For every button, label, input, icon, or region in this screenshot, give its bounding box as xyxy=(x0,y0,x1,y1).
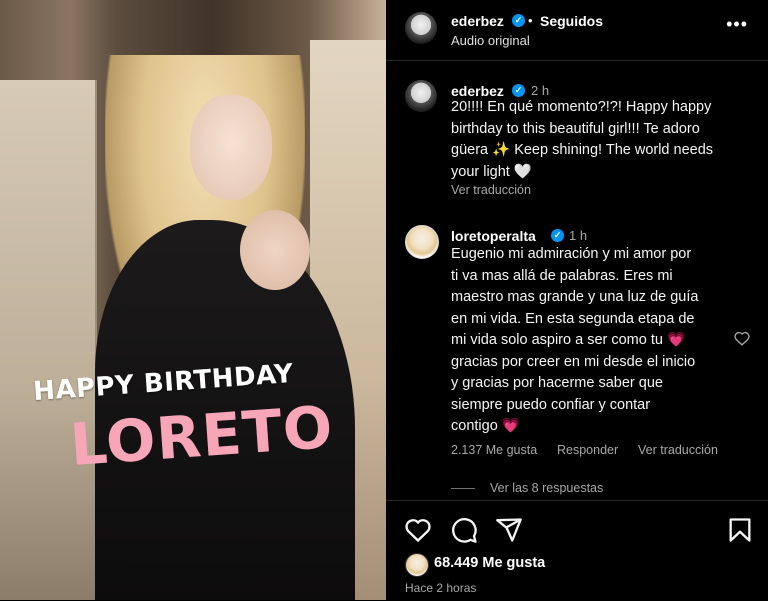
author-username[interactable]: ederbez xyxy=(451,13,504,29)
post-caption: 20!!!! En qué momento?!?! Happy happy bi… xyxy=(451,97,713,183)
verified-badge-icon: ✓ xyxy=(512,14,525,27)
comment-likes-count[interactable]: 2.137 Me gusta xyxy=(451,443,537,457)
comment-reply-button[interactable]: Responder xyxy=(557,443,618,457)
header-separator: • xyxy=(528,13,533,28)
background-door xyxy=(0,80,97,600)
comment-time: 1 h xyxy=(569,228,588,243)
share-icon[interactable] xyxy=(495,516,523,544)
caption-line: güera ✨ Keep shining! The world needs xyxy=(451,142,714,158)
person-face xyxy=(190,95,272,200)
comment-line: gracias por creer en mi desde el inicio xyxy=(451,353,696,370)
more-icon[interactable]: ••• xyxy=(726,14,748,35)
comment-translate-link[interactable]: Ver traducción xyxy=(638,443,718,457)
caption-line: your light 🤍 xyxy=(451,163,532,180)
verified-badge-icon: ✓ xyxy=(512,84,525,97)
post-media[interactable]: HAPPY BIRTHDAY LORETO xyxy=(0,0,386,600)
post-translate-link[interactable]: Ver traducción xyxy=(451,183,531,197)
comment-line: contigo 💗 xyxy=(451,418,520,434)
author-avatar[interactable] xyxy=(405,12,437,44)
post-time-ago[interactable]: Hace 2 horas xyxy=(405,581,476,595)
comment-line: maestro mas grande y una luz de guía xyxy=(451,289,699,305)
caption-line: 20!!!! En qué momento?!?! Happy happy xyxy=(451,99,712,115)
comment-line: Eugenio mi admiración y mi amor por xyxy=(451,246,692,262)
comment-like-heart-icon[interactable] xyxy=(733,330,751,346)
follow-status-button[interactable]: Seguidos xyxy=(540,13,603,29)
comment-text: Eugenio mi admiración y mi amor por ti v… xyxy=(451,244,698,438)
liker-avatar[interactable] xyxy=(405,553,429,577)
comment-line: siempre puedo confiar y contar xyxy=(451,396,651,413)
comment-line: y gracias por hacerme saber que xyxy=(451,375,663,391)
comment-line: ti va mas allá de palabras. Eres mi xyxy=(451,267,673,284)
post-time: 2 h xyxy=(531,83,550,98)
caption-line: birthday to this beautiful girl!!! Te ad… xyxy=(451,120,700,137)
post-author-avatar[interactable] xyxy=(405,80,437,112)
commenter-avatar[interactable] xyxy=(405,225,439,259)
post-details-panel: ederbez ✓ • Seguidos Audio original ••• … xyxy=(386,0,768,600)
comment-line: en mi vida. En esta segunda etapa de xyxy=(451,310,695,327)
bookmark-icon[interactable] xyxy=(726,516,754,544)
commenter-username[interactable]: loretoperalta xyxy=(451,228,536,244)
post-header: ederbez ✓ • Seguidos Audio original ••• xyxy=(386,0,768,61)
comment-line: mi vida solo aspiro a ser como tu 💗 xyxy=(451,332,686,348)
instagram-post-viewer: HAPPY BIRTHDAY LORETO ederbez ✓ • Seguid… xyxy=(0,0,768,600)
comment-icon[interactable] xyxy=(450,516,478,544)
person-shoulder xyxy=(240,210,310,290)
view-replies-button[interactable]: Ver las 8 respuestas xyxy=(490,481,603,495)
post-likes-count[interactable]: 68.449 Me gusta xyxy=(434,555,545,571)
verified-badge-icon: ✓ xyxy=(551,229,564,242)
audio-original-link[interactable]: Audio original xyxy=(451,33,530,48)
heart-icon[interactable] xyxy=(404,516,432,544)
replies-divider-line xyxy=(451,488,475,489)
